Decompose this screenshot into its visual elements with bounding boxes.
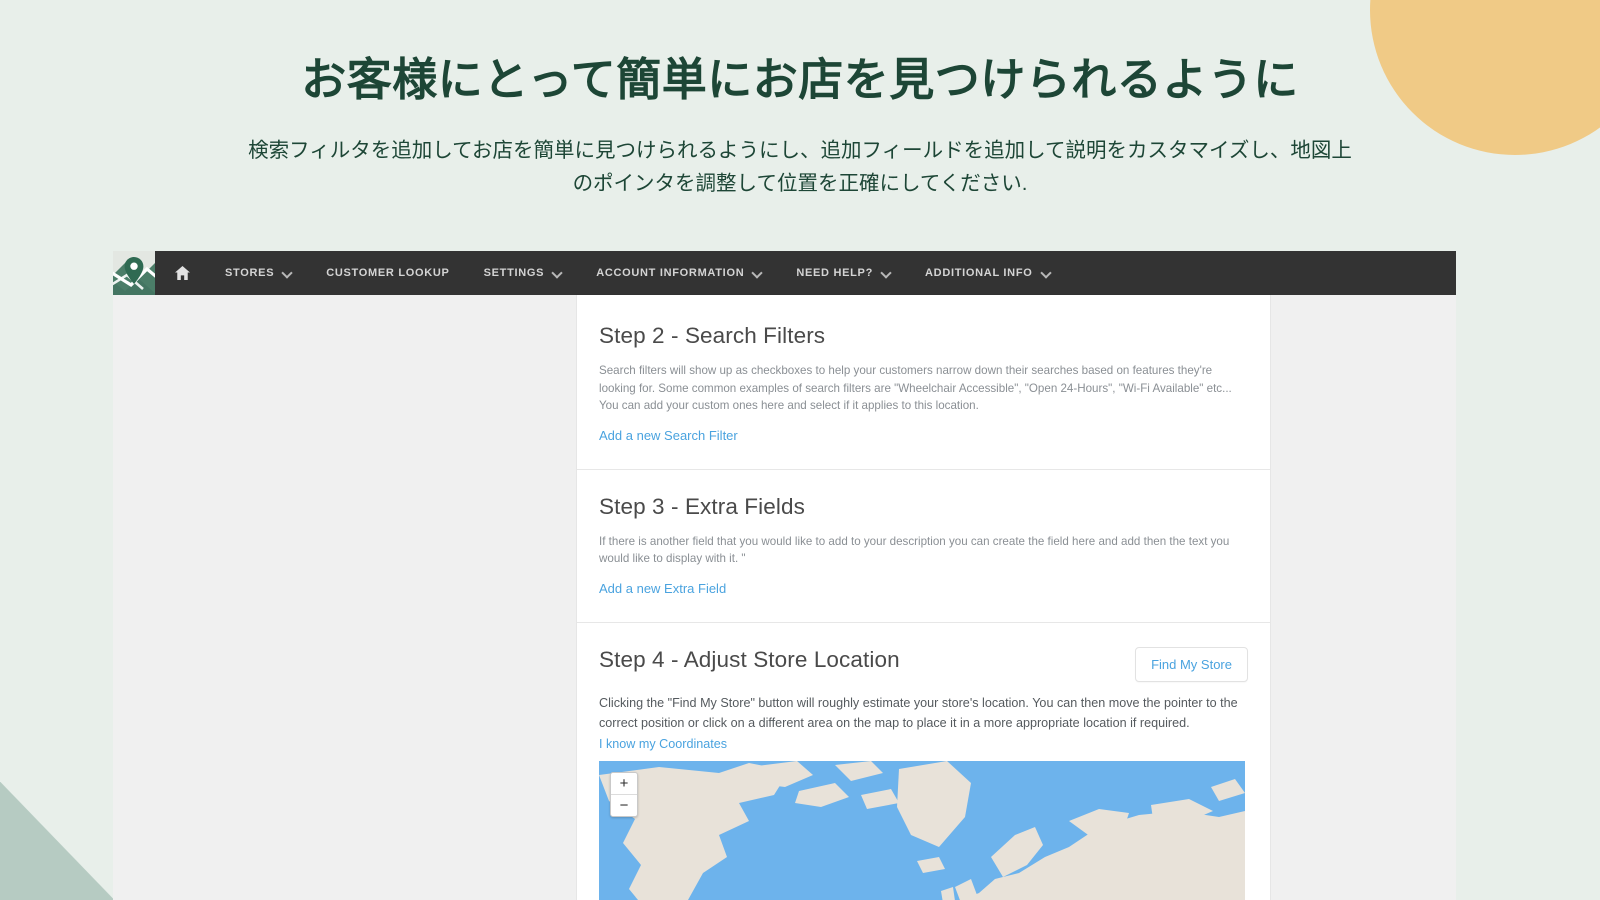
panel-title: Step 4 - Adjust Store Location	[599, 647, 900, 673]
nav-item-label: SETTINGS	[483, 267, 545, 279]
nav-item-customer-lookup[interactable]: CUSTOMER LOOKUP	[309, 251, 466, 295]
panel-step-4-adjust-store-location: Step 4 - Adjust Store Location Find My S…	[577, 623, 1270, 900]
panel-header: Step 4 - Adjust Store Location Find My S…	[599, 647, 1248, 683]
panel-step-2-search-filters: Step 2 - Search Filters Search filters w…	[577, 295, 1270, 470]
nav-item-settings[interactable]: SETTINGS	[467, 251, 580, 295]
nav-item-need-help[interactable]: NEED HELP?	[779, 251, 908, 295]
chevron-down-icon	[753, 269, 762, 278]
nav-item-label: NEED HELP?	[796, 267, 874, 279]
nav-item-account-information[interactable]: ACCOUNT INFORMATION	[579, 251, 779, 295]
page-subtitle: 検索フィルタを追加してお店を簡単に見つけられるようにし、追加フィールドを追加して…	[248, 139, 1352, 196]
panel-title: Step 2 - Search Filters	[599, 323, 826, 348]
nav-item-additional-info[interactable]: ADDITIONAL INFO	[908, 251, 1067, 295]
chevron-down-icon	[283, 269, 292, 278]
minus-icon[interactable]: −	[611, 795, 637, 817]
panel-header: Step 3 - Extra Fields	[599, 494, 1248, 520]
panel-description: Clicking the "Find My Store" button will…	[599, 696, 1238, 730]
nav-item-label: STORES	[225, 267, 275, 279]
app-navbar: STORES CUSTOMER LOOKUP SETTINGS ACCOUNT …	[113, 251, 1456, 295]
nav-item-label: ADDITIONAL INFO	[925, 267, 1033, 279]
page-title: お客様にとって簡単にお店を見つけられるように	[301, 54, 1299, 105]
find-my-store-button[interactable]: Find My Store	[1135, 647, 1248, 683]
map-zoom-controls: + −	[610, 772, 638, 818]
nav-item-label: ACCOUNT INFORMATION	[596, 267, 745, 279]
nav-item-label: CUSTOMER LOOKUP	[326, 267, 450, 279]
app-window: STORES CUSTOMER LOOKUP SETTINGS ACCOUNT …	[113, 251, 1456, 900]
map-pin-logo-icon[interactable]	[113, 251, 155, 295]
nav-item-stores[interactable]: STORES	[208, 251, 309, 295]
plus-icon[interactable]: +	[611, 773, 637, 796]
hero-section: お客様にとって簡単にお店を見つけられるように 検索フィルタを追加してお店を簡単に…	[0, 0, 1600, 201]
app-content-area: Step 2 - Search Filters Search filters w…	[113, 295, 1456, 900]
i-know-my-coordinates-link[interactable]: I know my Coordinates	[599, 737, 727, 751]
chevron-down-icon	[882, 269, 891, 278]
panel-header: Step 2 - Search Filters	[599, 323, 1248, 349]
add-extra-field-link[interactable]: Add a new Extra Field	[599, 581, 726, 596]
chevron-down-icon	[553, 269, 562, 278]
add-search-filter-link[interactable]: Add a new Search Filter	[599, 428, 738, 443]
store-location-map[interactable]: + −	[599, 761, 1245, 900]
nav-item-home[interactable]	[155, 251, 208, 295]
panel-description: Search filters will show up as checkboxe…	[599, 364, 1232, 413]
panel-step-3-extra-fields: Step 3 - Extra Fields If there is anothe…	[577, 470, 1270, 624]
panel-description: If there is another field that you would…	[599, 534, 1230, 566]
decorative-green-triangle	[0, 782, 114, 900]
panel-title: Step 3 - Extra Fields	[599, 493, 805, 519]
chevron-down-icon	[1042, 269, 1051, 278]
store-editor-column: Step 2 - Search Filters Search filters w…	[577, 295, 1270, 900]
home-icon	[175, 266, 190, 280]
